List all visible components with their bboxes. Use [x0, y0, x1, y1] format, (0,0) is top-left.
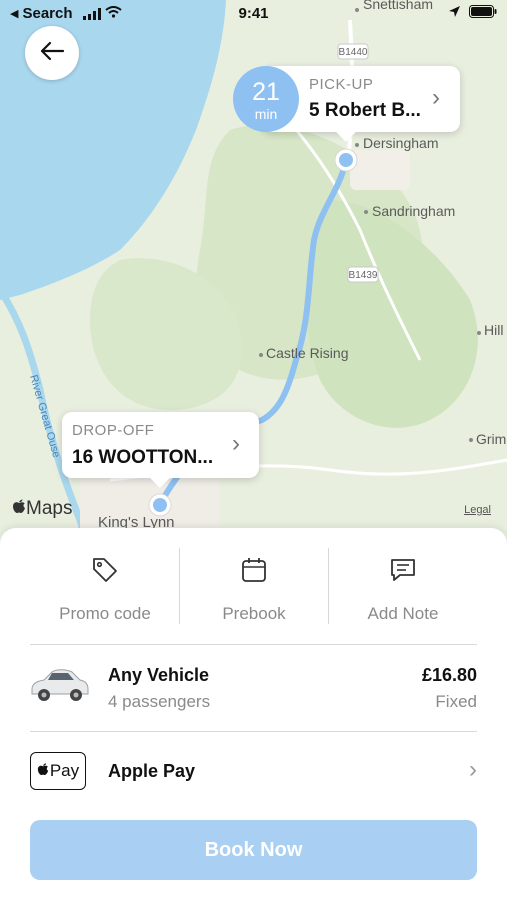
apple-pay-badge-label: Pay	[49, 761, 80, 780]
chevron-right-icon: ›	[432, 84, 440, 111]
place-label-grim: Grim	[476, 431, 506, 447]
place-label-castle-rising: Castle Rising	[266, 345, 348, 361]
dropoff-address: 16 WOOTTON...	[72, 447, 214, 468]
place-label-dersingham: Dersingham	[363, 135, 438, 151]
legal-link[interactable]: Legal	[464, 504, 491, 516]
book-now-button[interactable]: Book Now	[30, 820, 477, 880]
back-button[interactable]	[25, 26, 79, 80]
status-time: 9:41	[238, 5, 269, 22]
tag-icon	[30, 556, 180, 584]
status-bar: ◀ Search 9:41	[0, 0, 507, 28]
dropoff-caption: DROP-OFF	[72, 422, 155, 439]
eta-value: 21	[252, 78, 280, 106]
chevron-right-icon: ›	[232, 430, 240, 457]
place-label-sandringham: Sandringham	[372, 203, 455, 219]
add-note-button[interactable]: Add Note	[328, 528, 478, 628]
maps-attribution[interactable]: Maps	[12, 498, 72, 520]
note-icon	[328, 556, 478, 584]
maps-attribution-label: Maps	[26, 498, 73, 519]
payment-row[interactable]: Pay Apple Pay ›	[0, 732, 507, 812]
eta-bubble: 21 min	[233, 66, 299, 132]
car-icon	[28, 663, 90, 712]
prebook-button[interactable]: Prebook	[179, 528, 329, 628]
promo-code-label: Promo code	[59, 604, 151, 623]
location-arrow-icon	[448, 5, 461, 22]
battery-icon	[469, 5, 497, 22]
dropoff-callout[interactable]: DROP-OFF 16 WOOTTON... ›	[62, 412, 259, 488]
prebook-label: Prebook	[222, 604, 286, 623]
vehicle-row[interactable]: Any Vehicle 4 passengers £16.80 Fixed	[0, 645, 507, 731]
vehicle-name: Any Vehicle	[108, 665, 210, 685]
arrow-left-icon	[39, 41, 65, 66]
apple-logo-icon	[12, 498, 26, 520]
promo-code-button[interactable]: Promo code	[30, 528, 180, 628]
apple-logo-icon	[37, 762, 49, 781]
fare-price: £16.80	[421, 665, 477, 685]
road-label-b1439: B1439	[349, 270, 378, 281]
calendar-icon	[179, 556, 329, 584]
pickup-address: 5 Robert B...	[309, 100, 421, 121]
place-label-hill: Hill	[484, 322, 503, 338]
road-label-b1440: B1440	[339, 47, 368, 58]
apple-pay-badge: Pay	[30, 752, 86, 790]
add-note-label: Add Note	[367, 604, 439, 623]
payment-method: Apple Pay	[108, 761, 196, 781]
vehicle-passengers: 4 passengers	[108, 692, 211, 711]
eta-unit: min	[254, 106, 278, 122]
fare-type: Fixed	[435, 692, 477, 711]
chevron-right-icon: ›	[469, 756, 477, 783]
pickup-caption: PICK-UP	[309, 76, 374, 93]
